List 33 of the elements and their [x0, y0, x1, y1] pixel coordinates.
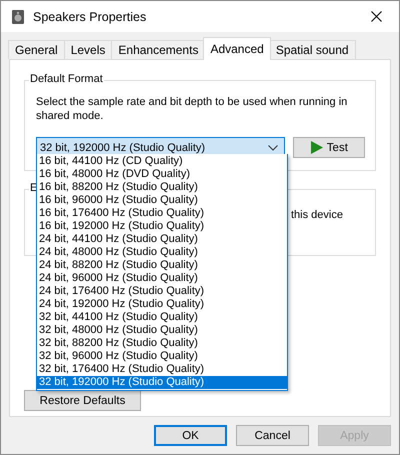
dropdown-option[interactable]: 16 bit, 96000 Hz (Studio Quality): [37, 194, 287, 207]
dialog-button[interactable]: Cancel: [236, 425, 309, 446]
dialog-button[interactable]: OK: [154, 425, 227, 446]
option-text: this device: [291, 209, 343, 221]
play-icon: [310, 141, 323, 154]
dropdown-option[interactable]: 24 bit, 96000 Hz (Studio Quality): [37, 272, 287, 285]
dropdown-option[interactable]: 16 bit, 48000 Hz (DVD Quality): [37, 168, 287, 181]
close-icon: [370, 11, 382, 22]
dropdown-option[interactable]: 24 bit, 88200 Hz (Studio Quality): [37, 259, 287, 272]
dropdown-option[interactable]: 24 bit, 192000 Hz (Studio Quality): [37, 298, 287, 311]
tab[interactable]: Spatial sound: [268, 40, 356, 59]
description-text: Select the sample rate and bit depth to be used when running in shared mode.: [36, 95, 348, 123]
dropdown-option[interactable]: 16 bit, 44100 Hz (CD Quality): [37, 155, 287, 168]
window-title: Speakers Properties: [33, 10, 148, 24]
dropdown-option[interactable]: 16 bit, 192000 Hz (Studio Quality): [37, 220, 287, 233]
dropdown-option[interactable]: 16 bit, 176400 Hz (Studio Quality): [37, 207, 287, 220]
dropdown-option[interactable]: 32 bit, 48000 Hz (Studio Quality): [37, 324, 287, 337]
speaker-icon: [11, 8, 25, 24]
tab[interactable]: General: [8, 40, 65, 59]
dropdown-option[interactable]: 24 bit, 176400 Hz (Studio Quality): [37, 285, 287, 298]
dropdown-option[interactable]: 16 bit, 88200 Hz (Studio Quality): [37, 181, 287, 194]
dropdown-option[interactable]: 32 bit, 176400 Hz (Studio Quality): [37, 363, 287, 376]
tab[interactable]: Advanced: [203, 37, 271, 60]
restore-defaults-button[interactable]: Restore Defaults: [24, 390, 141, 411]
dropdown-option[interactable]: 32 bit, 88200 Hz (Studio Quality): [37, 337, 287, 350]
dropdown-option[interactable]: 32 bit, 96000 Hz (Studio Quality): [37, 350, 287, 363]
dropdown-option[interactable]: 24 bit, 44100 Hz (Studio Quality): [37, 233, 287, 246]
test-button[interactable]: Test: [292, 137, 365, 158]
group-title: Default Format: [29, 73, 104, 85]
dropdown-option[interactable]: 24 bit, 48000 Hz (Studio Quality): [37, 246, 287, 259]
dropdown-option[interactable]: 32 bit, 192000 Hz (Studio Quality): [37, 376, 287, 389]
dropdown-option[interactable]: 32 bit, 44100 Hz (Studio Quality): [37, 311, 287, 324]
chevron-icon: [268, 144, 278, 150]
